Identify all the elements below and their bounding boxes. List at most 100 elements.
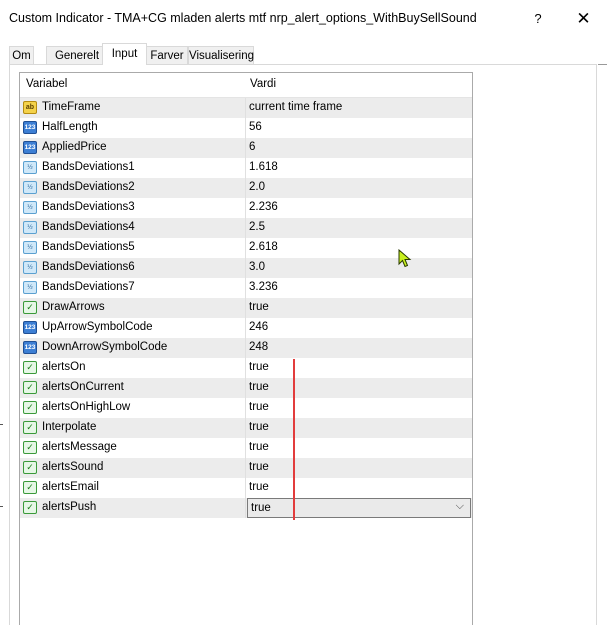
divider xyxy=(0,506,3,507)
table-row[interactable]: ✓ alertsSound true xyxy=(20,458,472,478)
parameter-value[interactable]: 3.0 xyxy=(249,261,265,273)
table-row[interactable]: ✓ Interpolate true xyxy=(20,418,472,438)
column-divider xyxy=(245,258,246,278)
column-divider xyxy=(245,218,246,238)
column-divider xyxy=(245,238,246,258)
table-row[interactable]: ½ BandsDeviations1 1.618 xyxy=(20,158,472,178)
column-divider xyxy=(245,478,246,498)
value-dropdown[interactable]: true ⌵ xyxy=(247,498,471,518)
double-type-icon: ½ xyxy=(23,181,37,194)
integer-type-icon: 123 xyxy=(23,121,37,134)
column-divider xyxy=(245,98,246,118)
table-row[interactable]: ✓ DrawArrows true xyxy=(20,298,472,318)
input-parameters-table[interactable]: Variabel Vardi ab TimeFrame current time f… xyxy=(19,72,473,625)
table-row[interactable]: 123 HalfLength 56 xyxy=(20,118,472,138)
column-divider xyxy=(245,438,246,458)
tab-farver[interactable]: Farver xyxy=(146,46,188,64)
parameter-name: BandsDeviations3 xyxy=(42,201,135,213)
parameter-value[interactable]: current time frame xyxy=(249,101,342,113)
parameter-value[interactable]: 248 xyxy=(249,341,268,353)
parameter-name: BandsDeviations7 xyxy=(42,281,135,293)
parameter-value[interactable]: true xyxy=(249,401,269,413)
double-type-icon: ½ xyxy=(23,281,37,294)
parameter-name: BandsDeviations4 xyxy=(42,221,135,233)
table-row[interactable]: 123 DownArrowSymbolCode 248 xyxy=(20,338,472,358)
help-button[interactable]: ? xyxy=(516,0,560,38)
double-type-icon: ½ xyxy=(23,201,37,214)
divider xyxy=(598,64,607,65)
column-divider xyxy=(245,398,246,418)
tab-generelt[interactable]: Generelt xyxy=(46,46,108,64)
table-row[interactable]: ab TimeFrame current time frame xyxy=(20,98,472,118)
parameter-name: BandsDeviations1 xyxy=(42,161,135,173)
chevron-down-icon[interactable]: ⌵ xyxy=(456,500,464,513)
parameter-value[interactable]: 56 xyxy=(249,121,262,133)
parameter-value[interactable]: true xyxy=(249,461,269,473)
bool-type-icon: ✓ xyxy=(23,381,37,394)
parameter-value[interactable]: 2.618 xyxy=(249,241,278,253)
double-type-icon: ½ xyxy=(23,241,37,254)
column-header-variable[interactable]: Variabel xyxy=(26,78,67,90)
tab-om[interactable]: Om xyxy=(9,46,34,64)
table-row[interactable]: 123 AppliedPrice 6 xyxy=(20,138,472,158)
double-type-icon: ½ xyxy=(23,221,37,234)
parameter-name: DrawArrows xyxy=(42,301,105,313)
table-row[interactable]: ✓ alertsOnHighLow true xyxy=(20,398,472,418)
table-row[interactable]: ½ BandsDeviations3 2.236 xyxy=(20,198,472,218)
bool-type-icon: ✓ xyxy=(23,401,37,414)
column-divider xyxy=(245,358,246,378)
tab-input[interactable]: Input xyxy=(102,43,147,65)
table-header: Variabel Vardi xyxy=(20,73,472,98)
table-row[interactable]: ½ BandsDeviations4 2.5 xyxy=(20,218,472,238)
title-bar: Custom Indicator - TMA+CG mladen alerts … xyxy=(0,0,607,38)
parameter-name: BandsDeviations2 xyxy=(42,181,135,193)
integer-type-icon: 123 xyxy=(23,341,37,354)
parameter-value[interactable]: true xyxy=(249,301,269,313)
table-row[interactable]: ✓ alertsOn true xyxy=(20,358,472,378)
table-row[interactable]: ✓ alertsOnCurrent true xyxy=(20,378,472,398)
parameter-value[interactable]: 2.5 xyxy=(249,221,265,233)
string-type-icon: ab xyxy=(23,101,37,114)
parameter-value[interactable]: 3.236 xyxy=(249,281,278,293)
parameter-name: alertsOnCurrent xyxy=(42,381,124,393)
table-row[interactable]: ✓ alertsEmail true xyxy=(20,478,472,498)
table-row[interactable]: ✓ alertsMessage true xyxy=(20,438,472,458)
parameter-name: alertsEmail xyxy=(42,481,99,493)
bool-type-icon: ✓ xyxy=(23,501,37,514)
bool-type-icon: ✓ xyxy=(23,361,37,374)
table-row[interactable]: ✓ alertsPush true ⌵ xyxy=(20,498,472,518)
double-type-icon: ½ xyxy=(23,161,37,174)
column-divider xyxy=(245,118,246,138)
column-header-value[interactable]: Vardi xyxy=(250,78,276,90)
parameter-value[interactable]: true xyxy=(249,481,269,493)
parameter-value[interactable]: 246 xyxy=(249,321,268,333)
parameter-name: alertsOn xyxy=(42,361,86,373)
column-divider xyxy=(245,278,246,298)
close-button[interactable]: ✕ xyxy=(560,0,607,38)
column-divider xyxy=(245,318,246,338)
table-row[interactable]: 123 UpArrowSymbolCode 246 xyxy=(20,318,472,338)
column-divider xyxy=(245,158,246,178)
column-divider xyxy=(245,198,246,218)
parameter-name: alertsSound xyxy=(42,461,104,473)
parameter-value[interactable]: true xyxy=(249,441,269,453)
tab-visualisering[interactable]: Visualisering xyxy=(188,46,254,64)
parameter-value[interactable]: 2.0 xyxy=(249,181,265,193)
parameter-name: HalfLength xyxy=(42,121,98,133)
parameter-name: TimeFrame xyxy=(42,101,101,113)
annotation-line xyxy=(293,359,295,520)
parameter-name: Interpolate xyxy=(42,421,97,433)
parameter-value[interactable]: 1.618 xyxy=(249,161,278,173)
parameter-value[interactable]: true xyxy=(249,361,269,373)
parameter-value[interactable]: 6 xyxy=(249,141,255,153)
parameter-name: AppliedPrice xyxy=(42,141,107,153)
table-row[interactable]: ½ BandsDeviations2 2.0 xyxy=(20,178,472,198)
parameter-name: BandsDeviations5 xyxy=(42,241,135,253)
column-divider xyxy=(245,458,246,478)
parameter-value[interactable]: true xyxy=(249,421,269,433)
column-divider xyxy=(245,418,246,438)
table-row[interactable]: ½ BandsDeviations7 3.236 xyxy=(20,278,472,298)
parameter-value[interactable]: 2.236 xyxy=(249,201,278,213)
parameter-name: alertsMessage xyxy=(42,441,117,453)
parameter-value[interactable]: true xyxy=(249,381,269,393)
